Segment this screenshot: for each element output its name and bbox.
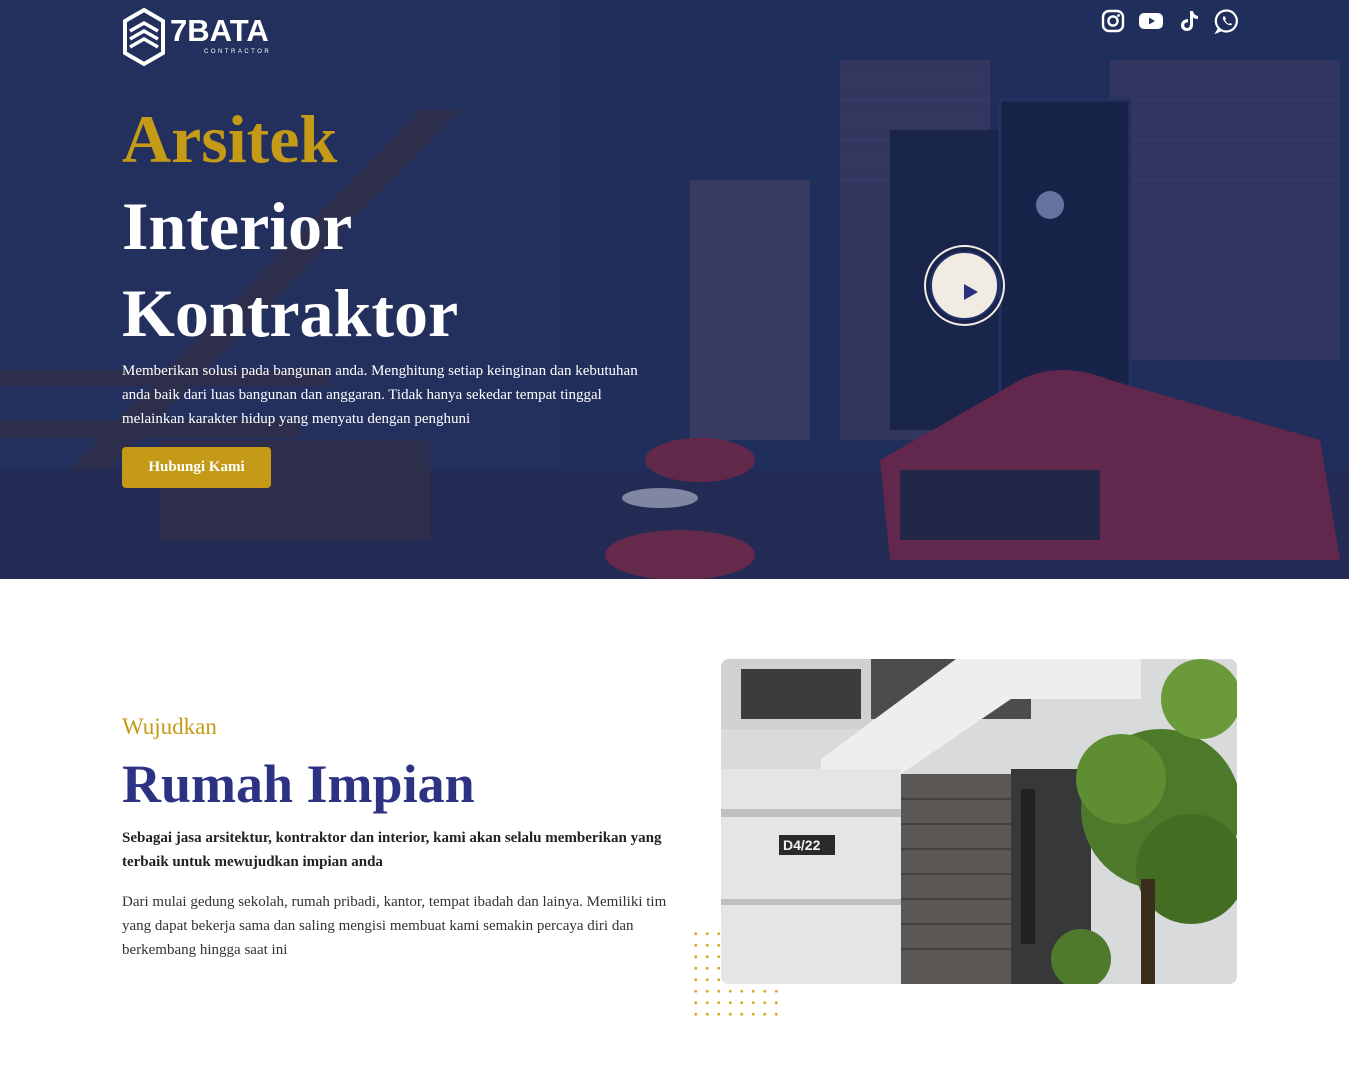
play-icon — [964, 284, 978, 300]
logo-mark-icon — [123, 7, 165, 67]
contact-button[interactable]: Hubungi Kami — [122, 447, 271, 488]
about-title: Rumah Impian — [122, 754, 475, 814]
hero-title-line-1: Arsitek — [122, 101, 338, 177]
whatsapp-icon[interactable] — [1214, 8, 1240, 34]
house-photo: D4/22 — [721, 659, 1237, 984]
logo-subtitle: CONTRACTOR — [204, 49, 272, 55]
hero-title-line-2: Interior — [122, 188, 353, 264]
logo-wordmark: 7BATA — [170, 13, 269, 48]
about-lead: Sebagai jasa arsitektur, kontraktor dan … — [122, 830, 662, 870]
house-number: D4/22 — [783, 837, 821, 853]
instagram-icon[interactable] — [1100, 8, 1126, 34]
youtube-icon[interactable] — [1138, 8, 1164, 34]
about-body: Dari mulai gedung sekolah, rumah pribadi… — [122, 894, 667, 958]
tiktok-icon[interactable] — [1176, 8, 1202, 34]
house-illustration: D4/22 — [721, 659, 1237, 984]
social-links — [1100, 8, 1240, 34]
about-kicker: Wujudkan — [122, 714, 217, 739]
hero-description: Memberikan solusi pada bangunan anda. Me… — [122, 363, 638, 427]
hero-section: 7BATA CONTRACTOR Arsitek Interior Kontra… — [0, 0, 1349, 579]
play-video-button[interactable] — [924, 245, 1005, 326]
hero-title: Arsitek Interior Kontraktor — [122, 96, 458, 357]
play-button-circle — [930, 251, 999, 320]
brand-logo[interactable]: 7BATA CONTRACTOR — [122, 7, 282, 67]
hero-title-line-3: Kontraktor — [122, 275, 459, 351]
